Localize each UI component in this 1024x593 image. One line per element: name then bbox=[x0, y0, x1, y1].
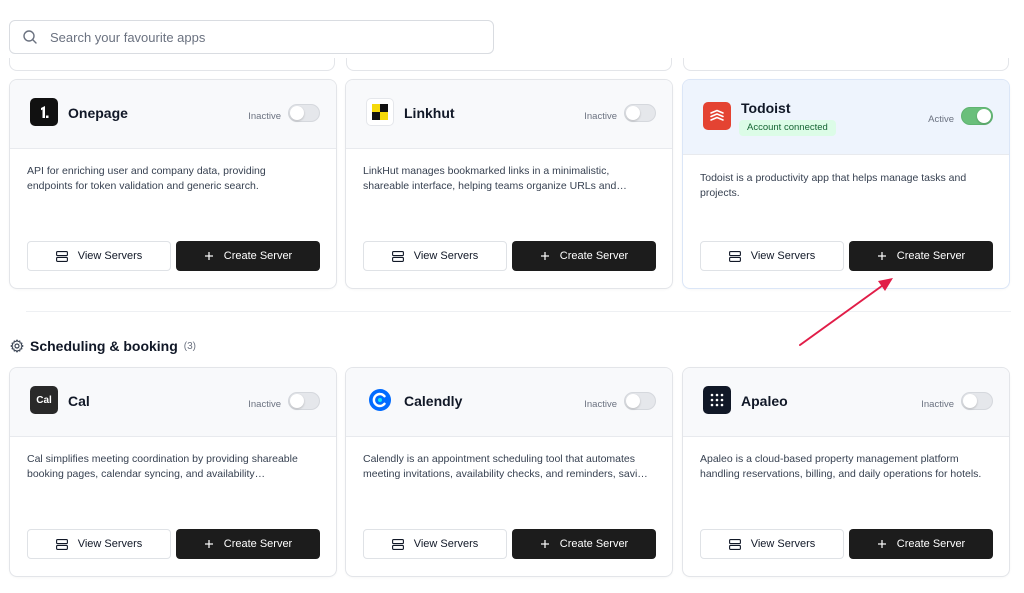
app-name: Cal bbox=[68, 393, 90, 409]
section-header: Scheduling & booking (3) bbox=[10, 336, 196, 356]
toggle-knob bbox=[963, 394, 977, 408]
button-label: View Servers bbox=[750, 250, 816, 262]
linkhut-logo-icon bbox=[366, 98, 394, 126]
button-label: Create Server bbox=[223, 538, 293, 550]
section-count: (3) bbox=[183, 340, 197, 352]
toggle-knob bbox=[290, 394, 304, 408]
button-label: View Servers bbox=[413, 250, 479, 262]
plus-icon bbox=[877, 251, 887, 261]
cal-logo-icon: Cal bbox=[30, 386, 58, 414]
card-stub bbox=[346, 58, 672, 71]
card-stub bbox=[9, 58, 335, 71]
button-label: Create Server bbox=[896, 538, 966, 550]
app-card-todoist: Todoist Account connected Active Todoist… bbox=[682, 79, 1010, 289]
view-servers-button[interactable]: View Servers bbox=[700, 241, 844, 271]
apaleo-logo-icon bbox=[703, 386, 731, 414]
status-toggle[interactable] bbox=[288, 392, 320, 410]
card-header bbox=[683, 368, 1009, 437]
plus-icon bbox=[540, 251, 550, 261]
search-input[interactable] bbox=[48, 28, 493, 46]
search-bar[interactable] bbox=[9, 20, 494, 54]
status-label: Inactive bbox=[584, 111, 617, 122]
toggle-knob bbox=[977, 109, 991, 123]
status-toggle[interactable] bbox=[961, 392, 993, 410]
status-toggle[interactable] bbox=[961, 107, 993, 125]
button-label: View Servers bbox=[77, 538, 143, 550]
button-label: View Servers bbox=[77, 250, 143, 262]
create-server-button[interactable]: Create Server bbox=[849, 241, 993, 271]
plus-icon bbox=[204, 539, 214, 549]
onepage-logo-icon bbox=[30, 98, 58, 126]
status-label: Active bbox=[928, 114, 954, 125]
card-header bbox=[683, 80, 1009, 155]
toggle-knob bbox=[290, 106, 304, 120]
card-header bbox=[10, 368, 336, 437]
app-card-cal: Cal Cal Inactive Cal simplifies meeting … bbox=[9, 367, 337, 577]
server-icon bbox=[391, 250, 404, 262]
button-label: View Servers bbox=[413, 538, 479, 550]
section-title: Scheduling & booking bbox=[30, 338, 178, 354]
status-toggle[interactable] bbox=[288, 104, 320, 122]
plus-icon bbox=[877, 539, 887, 549]
server-icon bbox=[728, 538, 741, 550]
app-description: Apaleo is a cloud-based property managem… bbox=[700, 453, 982, 480]
app-name: Onepage bbox=[68, 105, 128, 121]
status-label: Inactive bbox=[584, 399, 617, 410]
app-card-calendly: Calendly Inactive Calendly is an appoint… bbox=[345, 367, 673, 577]
app-description: Calendly is an appointment scheduling to… bbox=[363, 453, 649, 480]
logo-text: Cal bbox=[36, 394, 52, 406]
card-header bbox=[10, 80, 336, 149]
view-servers-button[interactable]: View Servers bbox=[27, 529, 171, 559]
section-divider bbox=[26, 311, 1011, 312]
app-card-apaleo: Apaleo Inactive Apaleo is a cloud-based … bbox=[682, 367, 1010, 577]
button-label: Create Server bbox=[559, 538, 629, 550]
card-header bbox=[346, 368, 672, 437]
view-servers-button[interactable]: View Servers bbox=[363, 241, 507, 271]
button-label: Create Server bbox=[559, 250, 629, 262]
todoist-logo-icon bbox=[703, 102, 731, 130]
plus-icon bbox=[204, 251, 214, 261]
app-description: LinkHut manages bookmarked links in a mi… bbox=[363, 165, 617, 192]
gear-icon bbox=[10, 339, 24, 353]
create-server-button[interactable]: Create Server bbox=[176, 529, 320, 559]
app-card-onepage: Onepage Inactive API for enriching user … bbox=[9, 79, 337, 289]
card-stub bbox=[683, 58, 1009, 71]
search-icon bbox=[23, 30, 37, 44]
app-description: API for enriching user and company data,… bbox=[27, 165, 266, 192]
app-name: Linkhut bbox=[404, 105, 455, 121]
app-card-linkhut: Linkhut Inactive LinkHut manages bookmar… bbox=[345, 79, 673, 289]
button-label: View Servers bbox=[750, 538, 816, 550]
view-servers-button[interactable]: View Servers bbox=[27, 241, 171, 271]
app-name: Todoist bbox=[741, 100, 791, 116]
status-label: Inactive bbox=[248, 111, 281, 122]
card-header bbox=[346, 80, 672, 149]
status-label: Inactive bbox=[921, 399, 954, 410]
status-toggle[interactable] bbox=[624, 392, 656, 410]
account-connected-badge: Account connected bbox=[739, 120, 836, 136]
calendly-logo-icon bbox=[366, 386, 394, 414]
app-description: Todoist is a productivity app that helps… bbox=[700, 172, 967, 199]
toggle-knob bbox=[626, 394, 640, 408]
create-server-button[interactable]: Create Server bbox=[512, 241, 656, 271]
server-icon bbox=[728, 250, 741, 262]
server-icon bbox=[391, 538, 404, 550]
server-icon bbox=[55, 538, 68, 550]
app-name: Calendly bbox=[404, 393, 463, 409]
create-server-button[interactable]: Create Server bbox=[512, 529, 656, 559]
server-icon bbox=[55, 250, 68, 262]
toggle-knob bbox=[626, 106, 640, 120]
status-toggle[interactable] bbox=[624, 104, 656, 122]
plus-icon bbox=[540, 539, 550, 549]
create-server-button[interactable]: Create Server bbox=[849, 529, 993, 559]
view-servers-button[interactable]: View Servers bbox=[700, 529, 844, 559]
view-servers-button[interactable]: View Servers bbox=[363, 529, 507, 559]
button-label: Create Server bbox=[896, 250, 966, 262]
app-description: Cal simplifies meeting coordination by p… bbox=[27, 453, 298, 480]
create-server-button[interactable]: Create Server bbox=[176, 241, 320, 271]
status-label: Inactive bbox=[248, 399, 281, 410]
button-label: Create Server bbox=[223, 250, 293, 262]
app-name: Apaleo bbox=[741, 393, 788, 409]
